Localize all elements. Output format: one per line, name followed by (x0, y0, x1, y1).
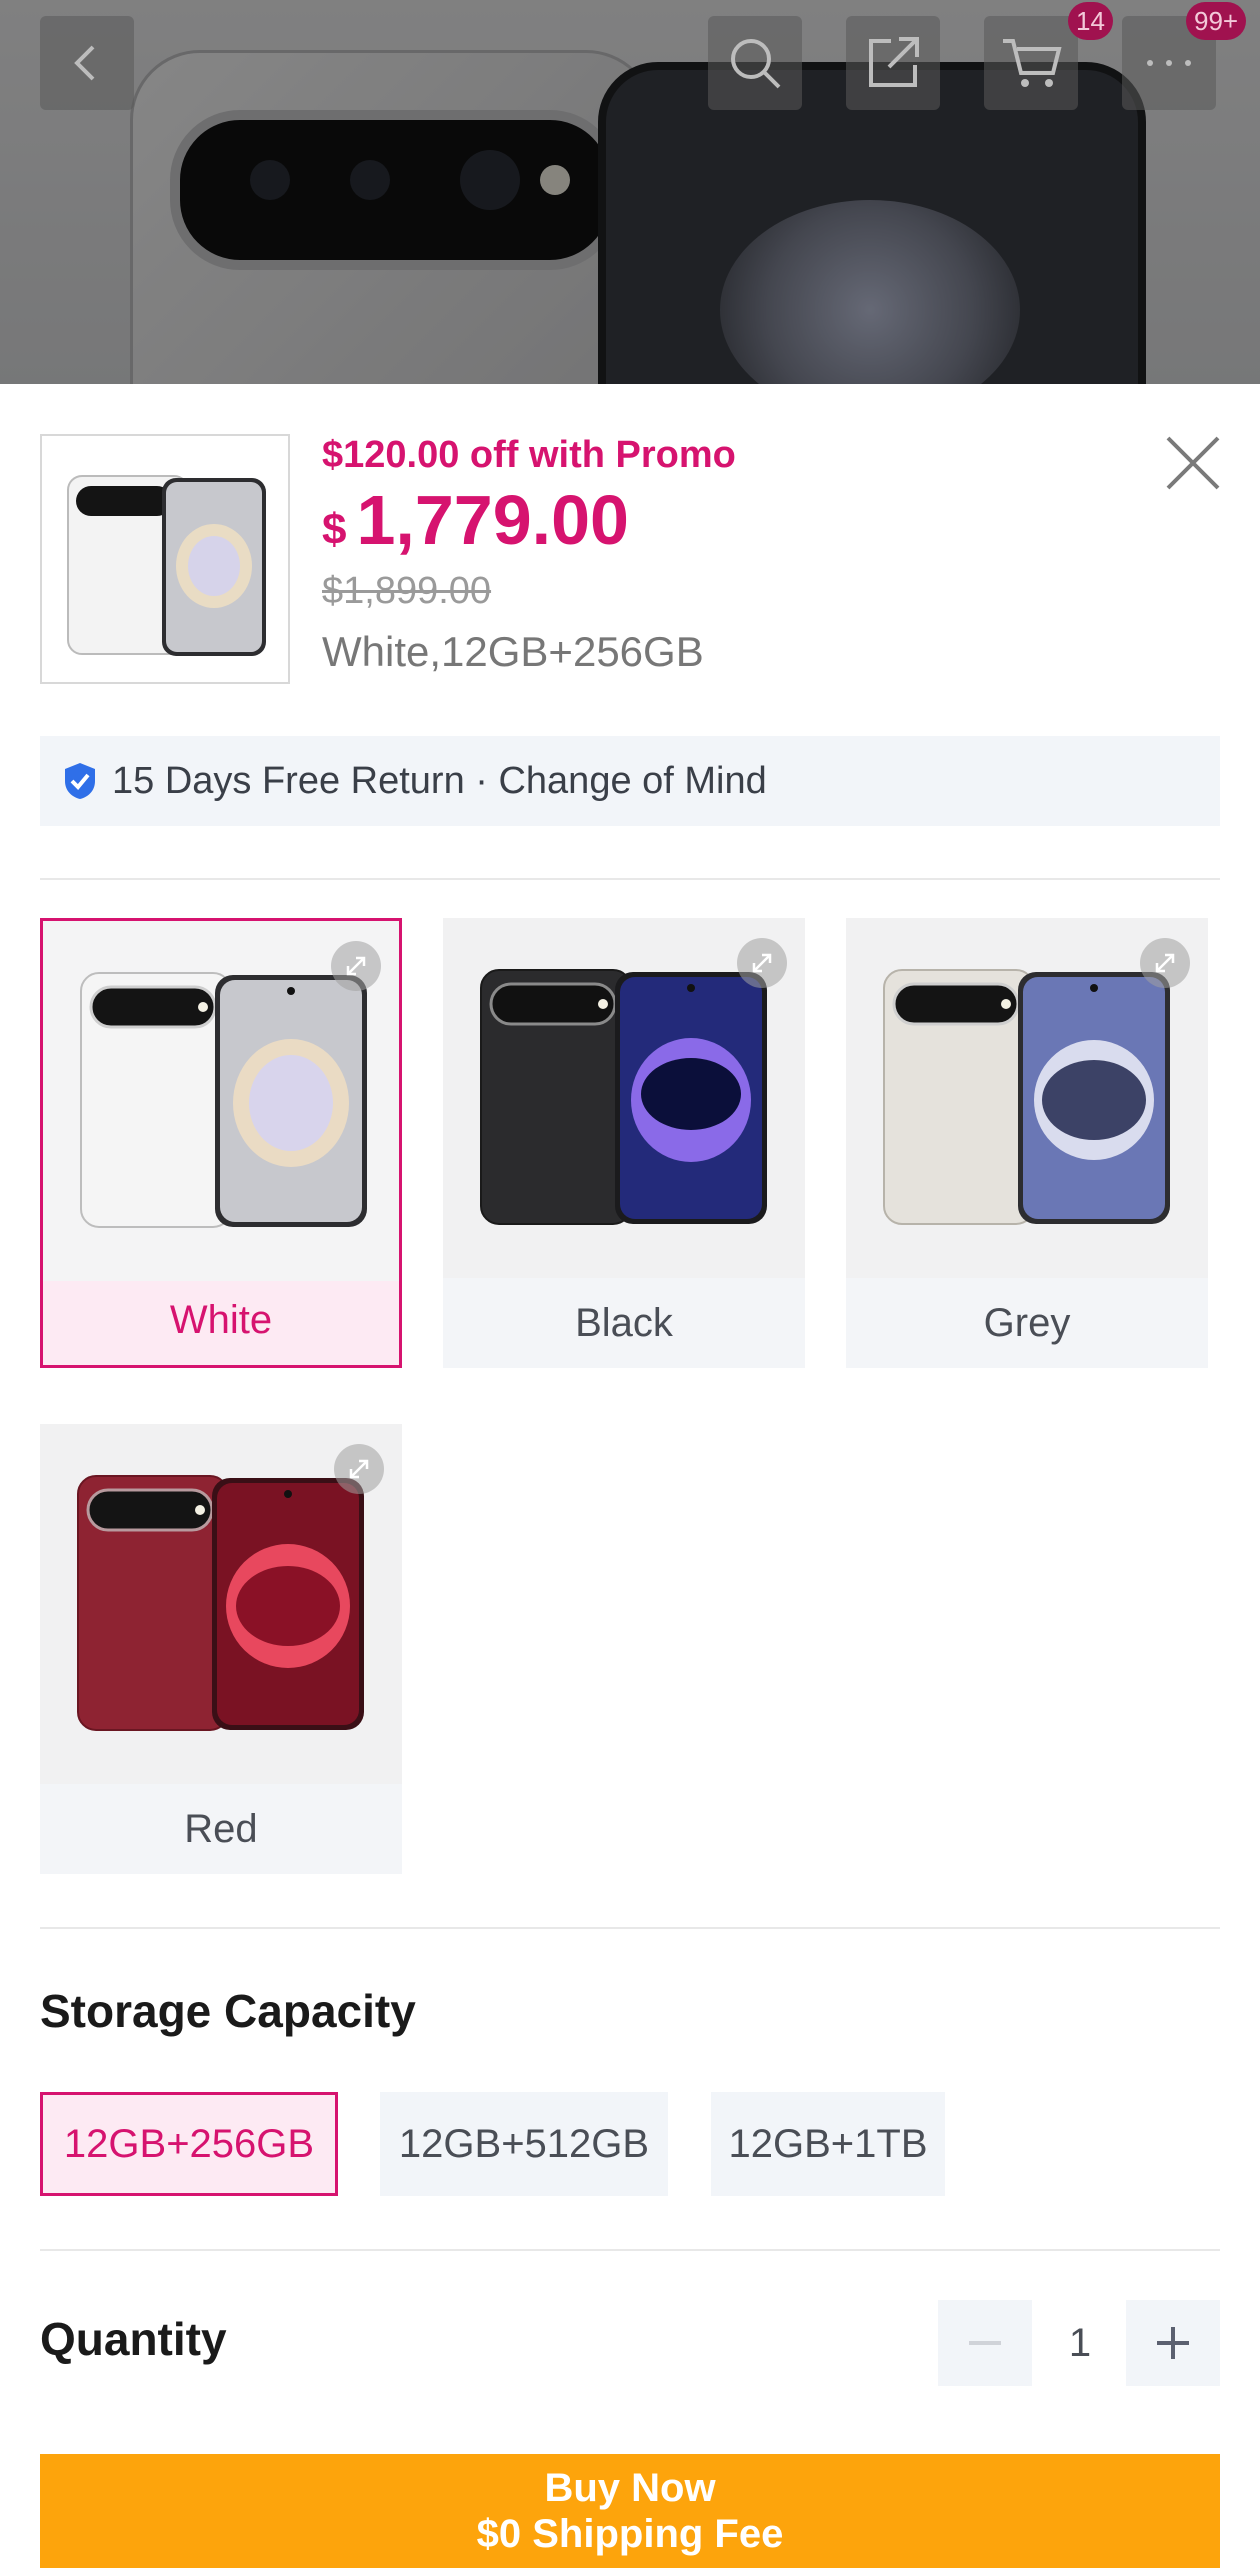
variant-selector-sheet: $120.00 off with Promo $ 1,779.00 $1,899… (0, 384, 1260, 2568)
expand-image-button[interactable] (1140, 938, 1190, 988)
storage-option-256gb[interactable]: 12GB+256GB (40, 2092, 338, 2196)
cart-button[interactable] (984, 16, 1078, 110)
selected-variant-text: White,12GB+256GB (322, 628, 704, 675)
close-button[interactable] (1160, 430, 1226, 496)
expand-icon (752, 953, 772, 973)
message-count-badge: 99+ (1186, 2, 1247, 40)
shipping-fee-label: $0 Shipping Fee (476, 2512, 784, 2556)
currency-symbol: $ (322, 505, 347, 554)
search-icon (731, 39, 781, 89)
expand-icon (349, 1459, 369, 1479)
search-button[interactable] (708, 16, 802, 110)
expand-icon (346, 956, 366, 976)
quantity-increase-button[interactable] (1126, 2300, 1220, 2386)
chevron-left-icon (74, 45, 95, 81)
price-amount: 1,779.00 (356, 481, 629, 559)
storage-option-1tb[interactable]: 12GB+1TB (711, 2092, 945, 2196)
color-label: Grey (983, 1300, 1071, 1345)
color-option-black[interactable]: Black (443, 918, 805, 1368)
return-guarantee-text: 15 Days Free Return · Change of Mind (112, 759, 767, 802)
color-option-white[interactable]: White (40, 918, 402, 1368)
share-button[interactable] (846, 16, 940, 110)
promo-text: $120.00 off with Promo (322, 434, 736, 476)
quantity-decrease-button[interactable] (938, 2300, 1032, 2386)
quantity-value[interactable]: 1 (1040, 2300, 1120, 2386)
product-thumbnail (40, 434, 290, 684)
expand-image-button[interactable] (334, 1444, 384, 1494)
expand-icon (1155, 953, 1175, 973)
storage-section-title: Storage Capacity (40, 1985, 416, 2037)
buy-now-button[interactable]: Buy Now $0 Shipping Fee (40, 2454, 1220, 2568)
back-button[interactable] (40, 16, 134, 110)
product-hero-background: 14 99+ (0, 0, 1260, 384)
shield-check-icon (65, 763, 95, 799)
quantity-label: Quantity (40, 2313, 227, 2365)
share-icon (869, 37, 919, 87)
cart-count-badge: 14 (1068, 2, 1113, 40)
current-price: $ 1,779.00 (322, 480, 629, 560)
color-option-red[interactable]: Red (40, 1424, 402, 1874)
divider (40, 1927, 1220, 1929)
plus-icon (1157, 2327, 1189, 2359)
buy-now-label: Buy Now (544, 2466, 716, 2510)
close-icon (1166, 436, 1220, 490)
more-dots-icon (1147, 60, 1191, 66)
return-guarantee-banner: 15 Days Free Return · Change of Mind (40, 736, 1220, 826)
original-price: $1,899.00 (322, 570, 492, 612)
minus-icon (969, 2341, 1001, 2345)
expand-image-button[interactable] (331, 941, 381, 991)
divider (40, 2249, 1220, 2251)
cart-icon (1003, 39, 1062, 87)
color-label: Black (575, 1300, 673, 1345)
expand-image-button[interactable] (737, 938, 787, 988)
storage-option-512gb[interactable]: 12GB+512GB (380, 2092, 668, 2196)
color-label: Red (184, 1806, 258, 1851)
divider (40, 878, 1220, 880)
color-option-grey[interactable]: Grey (846, 918, 1208, 1368)
color-label: White (169, 1297, 273, 1342)
